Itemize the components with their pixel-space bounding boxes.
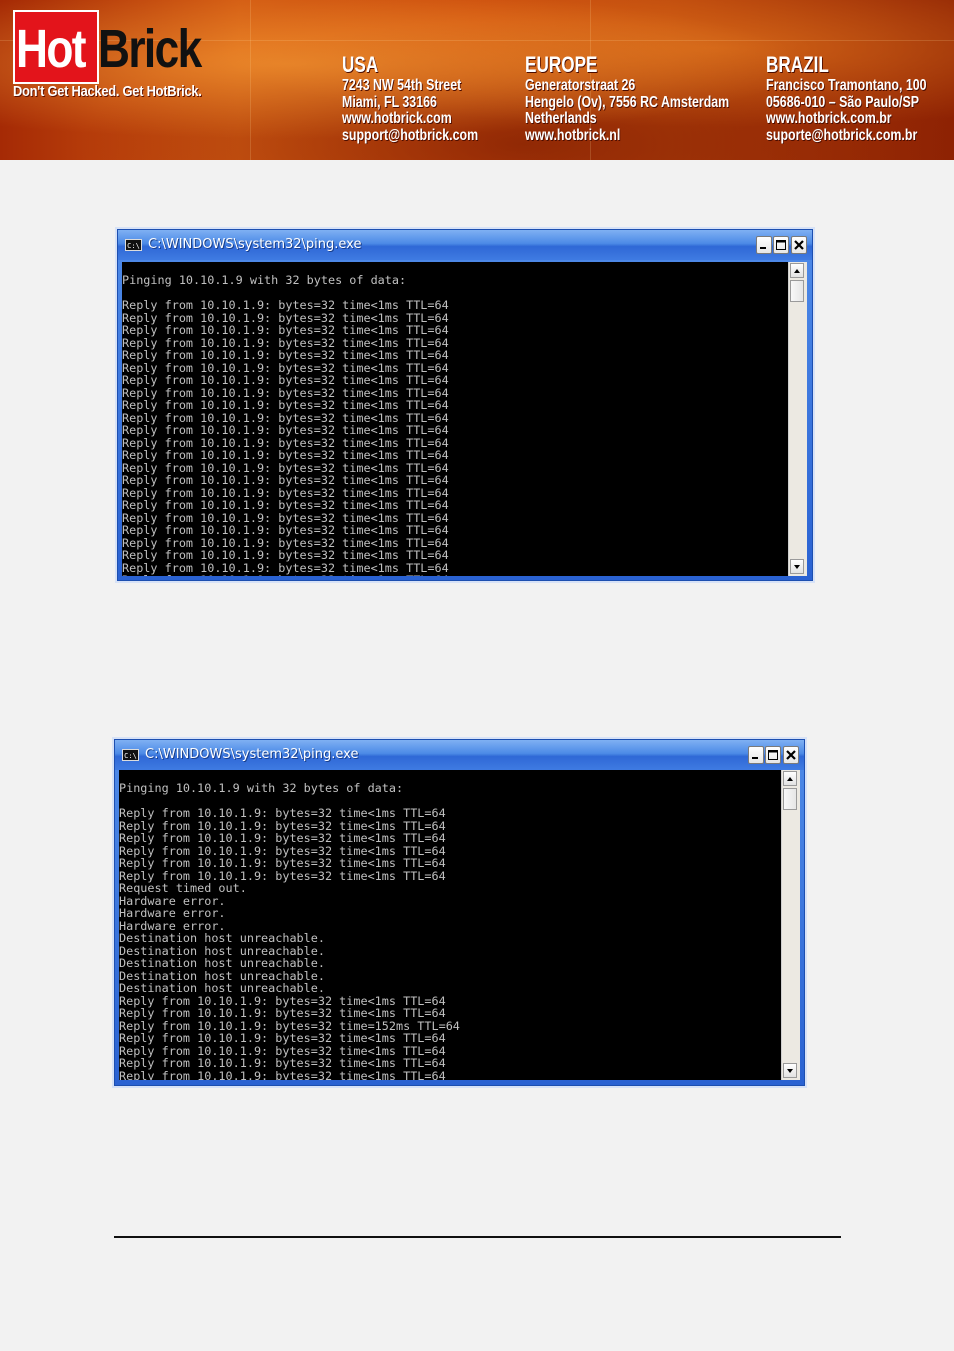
close-button[interactable] <box>783 746 799 764</box>
console-line: Request timed out. <box>119 881 247 895</box>
scroll-up-button[interactable] <box>783 771 797 786</box>
office-city: 05686-010 – São Paulo/SP <box>766 93 920 111</box>
console-line: Reply from 10.10.1.9: bytes=32 time<1ms … <box>119 1068 446 1080</box>
arrow-up-icon <box>794 269 800 273</box>
office-address: Francisco Tramontano, 100 <box>766 77 927 94</box>
office-website-link[interactable]: www.hotbrick.nl <box>525 127 729 145</box>
scroll-thumb[interactable] <box>790 280 804 302</box>
close-icon <box>786 750 796 760</box>
office-region: BRAZIL <box>766 52 829 77</box>
console-line: Reply from 10.10.1.9: bytes=32 time<1ms … <box>122 574 788 576</box>
office-address: Generatorstraat 26 <box>525 77 636 94</box>
scroll-up-button[interactable] <box>790 263 804 278</box>
console-window-2: C:\ C:\WINDOWS\system32\ping.exe Pinging… <box>114 739 805 1086</box>
console-line: Reply from 10.10.1.9: bytes=32 time<1ms … <box>122 548 449 562</box>
console-line: Reply from 10.10.1.9: bytes=32 time<1ms … <box>122 498 449 512</box>
office-email-link[interactable]: suporte@hotbrick.com.br <box>766 127 927 145</box>
console-line: Destination host unreachable. <box>119 931 325 945</box>
scroll-thumb[interactable] <box>783 788 797 810</box>
console-line: Reply from 10.10.1.9: bytes=32 time<1ms … <box>122 398 449 412</box>
scroll-down-button[interactable] <box>790 559 804 574</box>
console-line: Reply from 10.10.1.9: bytes=32 time<1ms … <box>122 373 449 387</box>
office-website-link[interactable]: www.hotbrick.com.br <box>766 110 927 128</box>
close-button[interactable] <box>791 236 807 254</box>
console-line: Hardware error. <box>119 906 226 920</box>
office-email-link[interactable]: support@hotbrick.com <box>342 127 478 145</box>
footer-divider <box>114 1236 841 1238</box>
window-title: C:\WINDOWS\system32\ping.exe <box>145 747 359 762</box>
console-line: Reply from 10.10.1.9: bytes=32 time<1ms … <box>122 348 449 362</box>
office-usa: USA 7243 NW 54th Street Miami, FL 33166 … <box>342 52 512 144</box>
office-website-link[interactable]: www.hotbrick.com <box>342 110 478 128</box>
console-line: Destination host unreachable. <box>119 956 325 970</box>
office-europe: EUROPE Generatorstraat 26 Hengelo (Ov), … <box>525 52 780 144</box>
maximize-icon <box>776 240 786 250</box>
window-titlebar[interactable]: C:\ C:\WINDOWS\system32\ping.exe <box>115 740 804 770</box>
tagline: Don't Get Hacked. Get HotBrick. <box>13 83 202 100</box>
console-window-1: C:\ C:\WINDOWS\system32\ping.exe Pinging… <box>117 229 813 581</box>
office-region: USA <box>342 52 379 77</box>
scroll-down-button[interactable] <box>783 1063 797 1078</box>
office-city: Miami, FL 33166 <box>342 93 437 111</box>
minimize-icon <box>752 757 758 759</box>
console-line: Pinging 10.10.1.9 with 32 bytes of data: <box>119 781 404 795</box>
office-country: Netherlands <box>525 110 597 127</box>
console-line: Reply from 10.10.1.9: bytes=32 time<1ms … <box>122 473 449 487</box>
vertical-scrollbar[interactable] <box>781 770 800 1080</box>
console-line: Reply from 10.10.1.9: bytes=32 time<1ms … <box>122 523 449 537</box>
office-brazil: BRAZIL Francisco Tramontano, 100 05686-0… <box>766 52 954 144</box>
minimize-button[interactable] <box>756 236 772 254</box>
window-title: C:\WINDOWS\system32\ping.exe <box>148 237 362 252</box>
console-line: Pinging 10.10.1.9 with 32 bytes of data: <box>122 273 407 287</box>
maximize-button[interactable] <box>765 746 781 764</box>
console-line: Reply from 10.10.1.9: bytes=32 time<1ms … <box>119 1031 446 1045</box>
office-address: 7243 NW 54th Street <box>342 77 462 94</box>
console-line: Reply from 10.10.1.9: bytes=32 time<1ms … <box>119 1056 446 1070</box>
logo-brick-text: Brick <box>98 19 202 79</box>
maximize-icon <box>768 750 778 760</box>
vertical-scrollbar[interactable] <box>788 262 807 576</box>
office-city: Hengelo (Ov), 7556 RC Amsterdam <box>525 93 730 111</box>
console-line: Reply from 10.10.1.9: bytes=32 time<1ms … <box>119 1006 446 1020</box>
console-line: Reply from 10.10.1.9: bytes=32 time<1ms … <box>122 323 449 337</box>
logo-hot-text: Hot <box>16 19 86 79</box>
console-line: Reply from 10.10.1.9: bytes=32 time<1ms … <box>122 423 449 437</box>
minimize-icon <box>760 247 766 249</box>
console-line: Destination host unreachable. <box>119 981 325 995</box>
close-icon <box>794 240 804 250</box>
console-line: Reply from 10.10.1.9: bytes=32 time<1ms … <box>119 856 446 870</box>
console-app-icon: C:\ <box>122 749 139 761</box>
console-app-icon: C:\ <box>125 239 142 251</box>
banner-decoration <box>250 0 251 160</box>
console-output[interactable]: Pinging 10.10.1.9 with 32 bytes of data:… <box>122 262 788 576</box>
arrow-down-icon <box>794 565 800 569</box>
console-line: Reply from 10.10.1.9: bytes=32 time<1ms … <box>122 298 449 312</box>
arrow-up-icon <box>787 777 793 781</box>
header-banner: Hot Brick Don't Get Hacked. Get HotBrick… <box>0 0 954 160</box>
minimize-button[interactable] <box>748 746 764 764</box>
window-titlebar[interactable]: C:\ C:\WINDOWS\system32\ping.exe <box>118 230 812 260</box>
maximize-button[interactable] <box>773 236 789 254</box>
console-line: Reply from 10.10.1.9: bytes=32 time<1ms … <box>122 448 449 462</box>
arrow-down-icon <box>787 1069 793 1073</box>
console-output[interactable]: Pinging 10.10.1.9 with 32 bytes of data:… <box>119 770 781 1080</box>
console-line: Reply from 10.10.1.9: bytes=32 time<1ms … <box>119 806 446 820</box>
console-line: Reply from 10.10.1.9: bytes=32 time<1ms … <box>119 831 446 845</box>
office-region: EUROPE <box>525 52 598 77</box>
